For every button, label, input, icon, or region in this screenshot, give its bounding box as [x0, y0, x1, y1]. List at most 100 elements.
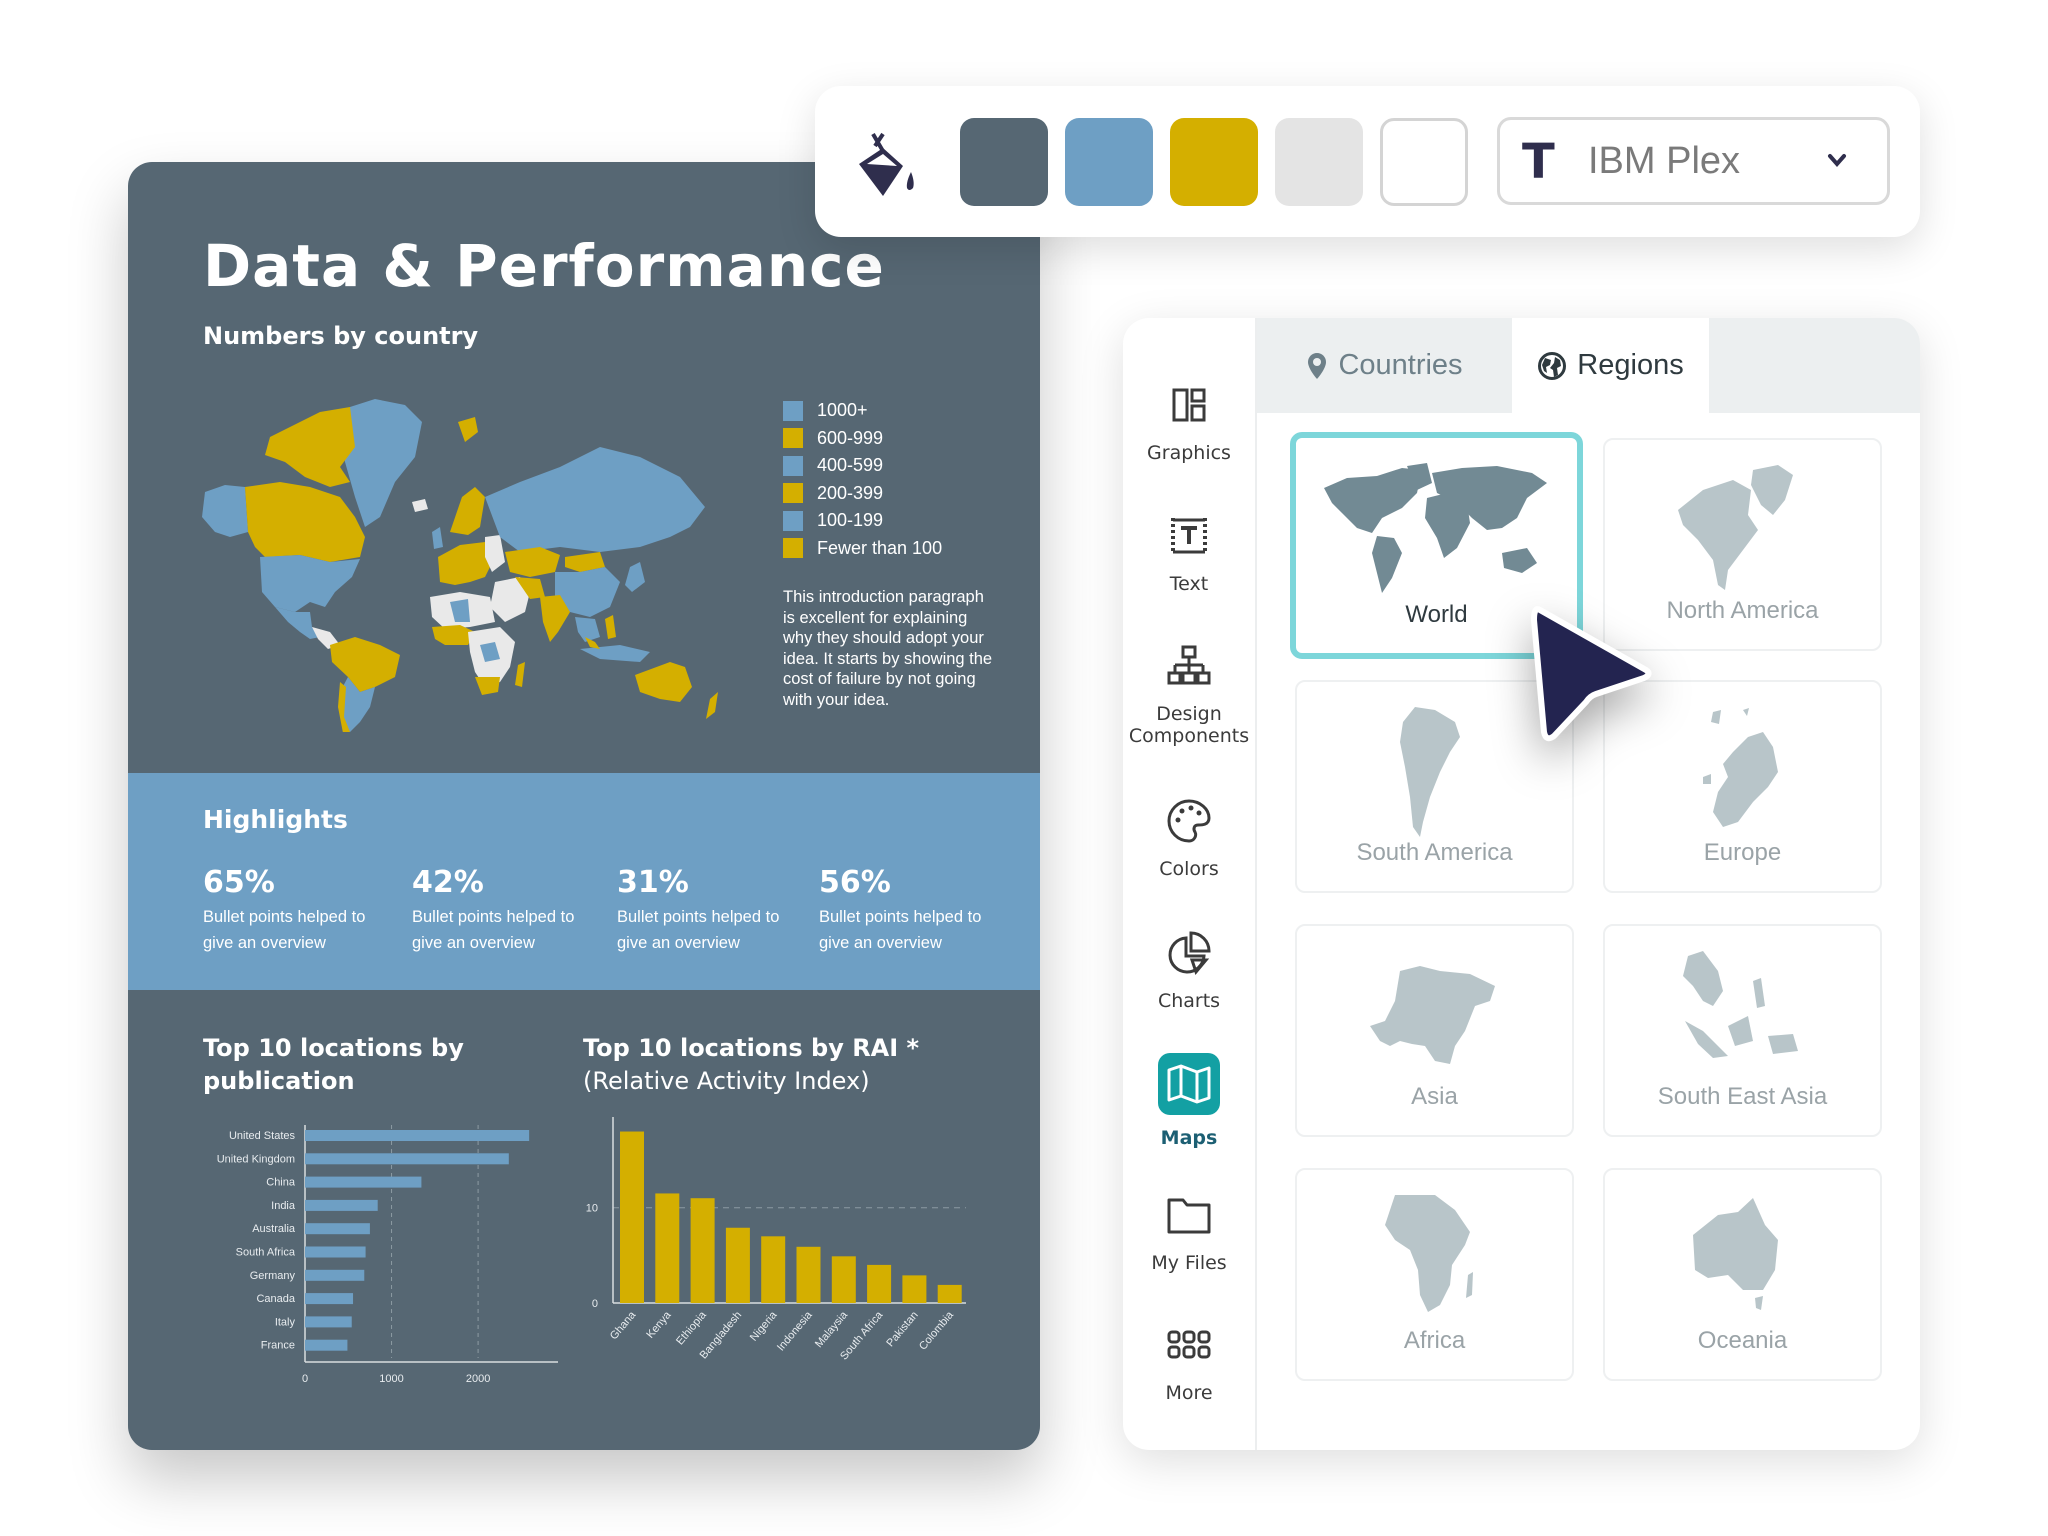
tick-label: 10: [586, 1203, 598, 1215]
globe-icon: [1538, 351, 1567, 380]
highlight-desc: Bullet points helped to give an overview: [203, 908, 366, 952]
world-map-icon: [1323, 463, 1547, 593]
legend-item: 100-199: [783, 507, 942, 535]
bar: [725, 1227, 750, 1303]
sidebar-label: Colors: [1159, 858, 1219, 880]
bar: [655, 1193, 680, 1303]
tab-regions[interactable]: Regions: [1512, 318, 1709, 413]
color-swatch-white[interactable]: [1380, 118, 1468, 206]
sidebar-item-my-files[interactable]: My Files: [1123, 1190, 1255, 1274]
sidebar-item-design-components[interactable]: Design Components: [1123, 641, 1255, 747]
legend-item: 600-999: [783, 425, 942, 453]
legend-swatch: [783, 400, 803, 421]
legend-item: 400-599: [783, 452, 942, 480]
color-swatch-light-gray[interactable]: [1275, 118, 1363, 206]
font-family-dropdown[interactable]: T IBM Plex: [1497, 117, 1890, 205]
legend-item: Fewer than 100: [783, 535, 942, 563]
map-mexico: [275, 607, 320, 639]
map-south-africa: [475, 677, 500, 695]
legend-swatch: [783, 455, 803, 476]
map-uk: [432, 527, 443, 549]
map-svalbard: [458, 417, 478, 442]
sidebar-item-more[interactable]: More: [1123, 1320, 1255, 1404]
tick-label: 0: [302, 1373, 308, 1382]
sidebar-item-charts[interactable]: Charts: [1123, 928, 1255, 1012]
world-choropleth-map[interactable]: [200, 387, 740, 732]
region-label: South East Asia: [1657, 1083, 1828, 1110]
tick-label: 1000: [379, 1373, 403, 1382]
intro-paragraph[interactable]: This introduction paragraph is excellent…: [783, 587, 993, 711]
region-label: Oceania: [1697, 1327, 1788, 1354]
region-card-south-east-asia[interactable]: South East Asia: [1603, 924, 1882, 1137]
region-card-oceania[interactable]: Oceania: [1603, 1168, 1882, 1381]
bar: [305, 1339, 348, 1351]
map-usa: [260, 555, 360, 612]
highlight-item[interactable]: 56% Bullet points helped to give an over…: [819, 865, 989, 956]
map-madagascar: [515, 662, 525, 687]
chart1-title[interactable]: Top 10 locations by publication: [203, 1032, 503, 1098]
category-label: Ghana: [608, 1309, 639, 1343]
infographic-title[interactable]: Data & Performance: [203, 232, 885, 300]
category-label: Colombia: [917, 1309, 957, 1353]
legend-label: 200-399: [817, 482, 884, 503]
legend-label: 100-199: [817, 510, 884, 531]
region-label: Africa: [1403, 1327, 1466, 1354]
bar: [761, 1236, 786, 1303]
africa-map-icon: [1384, 1195, 1473, 1312]
chart2-title-block[interactable]: Top 10 locations by RAI * (Relative Acti…: [583, 1032, 1003, 1098]
category-label: China: [266, 1177, 296, 1189]
color-swatch-slate[interactable]: [960, 118, 1048, 206]
bar: [867, 1264, 892, 1303]
maps-panel: Graphics Text Design Components Colors C…: [1123, 318, 1920, 1450]
region-card-africa[interactable]: Africa: [1295, 1168, 1574, 1381]
map-new-zealand: [706, 692, 718, 719]
legend-item: 1000+: [783, 397, 942, 425]
region-card-asia[interactable]: Asia: [1295, 924, 1574, 1137]
bar: [305, 1176, 422, 1188]
bar: [831, 1256, 856, 1303]
category-label: Italy: [275, 1316, 296, 1328]
highlight-item[interactable]: 42% Bullet points helped to give an over…: [412, 865, 582, 956]
paint-bucket-icon[interactable]: [853, 126, 923, 198]
sidebar-item-maps[interactable]: Maps: [1123, 1053, 1255, 1149]
map-type-tabs: Countries Regions: [1257, 318, 1920, 413]
category-label: Pakistan: [884, 1309, 920, 1349]
rai-bar-chart[interactable]: Ghana Kenya EthiopiaBangladesh NigeriaIndon…: [568, 1112, 1008, 1382]
sidebar-item-text[interactable]: Text: [1123, 511, 1255, 595]
bar: [620, 1131, 644, 1303]
chevron-down-icon: [1828, 154, 1846, 168]
category-label: United States: [229, 1130, 296, 1142]
legend-label: Fewer than 100: [817, 537, 943, 558]
color-swatch-yellow[interactable]: [1170, 118, 1258, 206]
infographic-card[interactable]: Data & Performance Numbers by country 10…: [128, 162, 1040, 1450]
sidebar-item-graphics[interactable]: Graphics: [1123, 380, 1255, 464]
highlights-section[interactable]: Highlights 65% Bullet points helped to g…: [128, 773, 1040, 990]
highlights-title[interactable]: Highlights: [203, 805, 348, 834]
sidebar-label: More: [1165, 1382, 1213, 1404]
map-philippines: [605, 615, 616, 639]
tab-countries[interactable]: Countries: [1257, 318, 1512, 413]
palette-icon: [1164, 796, 1214, 846]
publication-bar-chart[interactable]: United States United Kingdom China India Aus…: [178, 1117, 598, 1382]
sidebar-item-colors[interactable]: Colors: [1123, 796, 1255, 880]
color-swatch-blue[interactable]: [1065, 118, 1153, 206]
highlight-value: 42%: [412, 865, 484, 900]
legend-swatch: [783, 428, 803, 449]
highlight-desc: Bullet points helped to give an overview: [617, 908, 780, 952]
chart2-subtitle: (Relative Activity Index): [583, 1067, 870, 1095]
bar: [305, 1199, 378, 1211]
infographic-subtitle[interactable]: Numbers by country: [203, 322, 478, 350]
map-iceland: [412, 499, 428, 512]
sidebar-label: Graphics: [1147, 442, 1231, 464]
category-label: Ethiopia: [674, 1309, 709, 1348]
highlight-item[interactable]: 65% Bullet points helped to give an over…: [203, 865, 373, 956]
bar: [305, 1269, 365, 1281]
legend-label: 600-999: [817, 427, 884, 448]
highlight-item[interactable]: 31% Bullet points helped to give an over…: [617, 865, 787, 956]
grid-icon: [1164, 1320, 1214, 1370]
europe-map-icon: [1702, 708, 1778, 827]
pie-chart-icon: [1164, 928, 1214, 978]
map-japan: [625, 562, 645, 592]
map-australia: [635, 662, 692, 702]
sidebar-label: My Files: [1151, 1252, 1227, 1274]
